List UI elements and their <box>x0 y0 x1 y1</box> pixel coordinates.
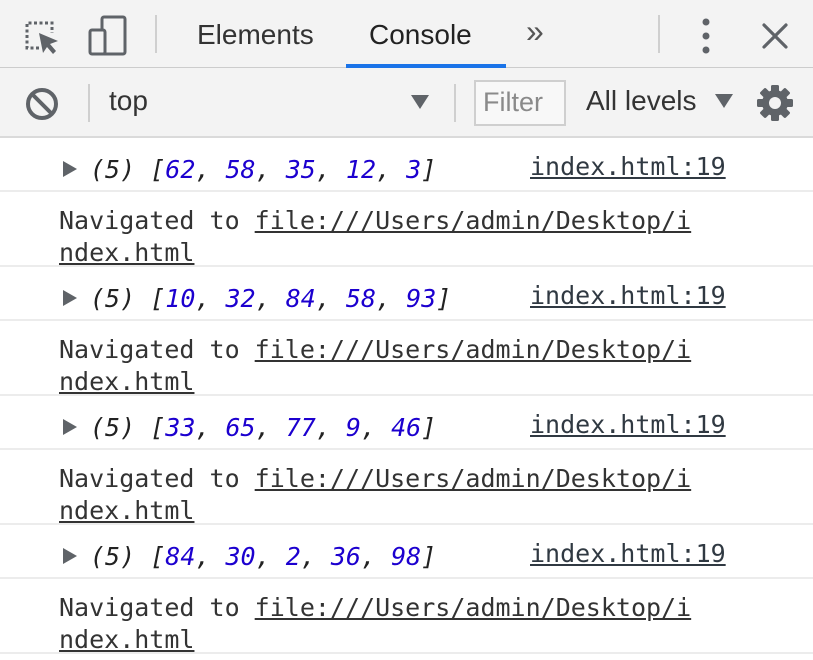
array-value: 84 <box>285 284 316 313</box>
clear-console-icon[interactable] <box>24 86 60 122</box>
source-link[interactable]: index.html:19 <box>530 410 726 439</box>
array-value: 33 <box>165 413 196 442</box>
navigation-url-link[interactable]: ndex.html <box>59 367 194 396</box>
array-preview[interactable]: (5) [10, 32, 84, 58, 93] <box>90 284 451 313</box>
kebab-menu-icon[interactable] <box>698 16 714 56</box>
chevron-down-icon <box>715 94 733 108</box>
console-log-message: (5) [84, 30, 2, 36, 98] index.html:19 <box>0 525 813 579</box>
expand-triangle-icon[interactable] <box>62 160 78 178</box>
array-value: 93 <box>406 284 437 313</box>
navigation-text: Navigated to file:///Users/admin/Desktop… <box>59 334 691 398</box>
console-messages: (5) [62, 58, 35, 12, 3] index.html:19 Navi… <box>0 138 813 660</box>
array-preview[interactable]: (5) [84, 30, 2, 36, 98] <box>90 542 436 571</box>
filter-field[interactable] <box>474 80 567 126</box>
navigation-text: Navigated to file:///Users/admin/Desktop… <box>59 463 691 527</box>
navigation-url-link[interactable]: file:///Users/admin/Desktop/i <box>255 335 692 364</box>
navigation-url-link[interactable]: ndex.html <box>59 625 194 654</box>
navigation-prefix: Navigated to <box>59 335 255 364</box>
source-link[interactable]: index.html:19 <box>530 539 726 568</box>
array-value: 58 <box>345 284 377 313</box>
console-log-message: (5) [33, 65, 77, 9, 46] index.html:19 <box>0 396 813 450</box>
log-levels-dropdown[interactable]: All levels <box>580 68 740 136</box>
gear-icon[interactable] <box>756 84 794 122</box>
context-label: top <box>109 85 148 116</box>
toolbar-divider <box>658 15 660 53</box>
array-value: 84 <box>165 542 196 571</box>
more-tabs-button[interactable]: » <box>526 0 544 63</box>
array-value: 77 <box>285 413 316 442</box>
array-length: (5) <box>90 155 136 184</box>
array-length: (5) <box>90 284 136 313</box>
array-value: 35 <box>285 155 316 184</box>
array-length: (5) <box>90 542 136 571</box>
console-navigation-message: Navigated to file:///Users/admin/Desktop… <box>0 321 813 396</box>
log-levels-label: All levels <box>586 85 697 116</box>
array-value: 58 <box>225 155 256 184</box>
array-value: 36 <box>330 542 361 571</box>
navigation-prefix: Navigated to <box>59 464 255 493</box>
tab-console[interactable]: Console <box>369 0 472 67</box>
navigation-text: Navigated to file:///Users/admin/Desktop… <box>59 592 691 656</box>
navigation-url-link[interactable]: ndex.html <box>59 238 194 267</box>
toolbar-divider <box>88 84 90 122</box>
tab-elements[interactable]: Elements <box>197 0 314 67</box>
navigation-text: Navigated to file:///Users/admin/Desktop… <box>59 205 691 269</box>
navigation-url-link[interactable]: file:///Users/admin/Desktop/i <box>255 464 692 493</box>
array-value: 2 <box>285 542 301 571</box>
console-navigation-message: Navigated to file:///Users/admin/Desktop… <box>0 450 813 525</box>
array-preview[interactable]: (5) [62, 58, 35, 12, 3] <box>90 155 436 184</box>
navigation-url-link[interactable]: file:///Users/admin/Desktop/i <box>255 206 692 235</box>
array-value: 98 <box>391 542 422 571</box>
navigation-prefix: Navigated to <box>59 593 255 622</box>
filter-input[interactable] <box>476 82 567 122</box>
expand-triangle-icon[interactable] <box>62 289 78 307</box>
chevron-down-icon <box>411 95 429 109</box>
console-log-message: (5) [10, 32, 84, 58, 93] index.html:19 <box>0 267 813 321</box>
source-link[interactable]: index.html:19 <box>530 152 726 181</box>
console-log-message: (5) [62, 58, 35, 12, 3] index.html:19 <box>0 138 813 192</box>
array-value: 30 <box>225 542 256 571</box>
console-navigation-message: Navigated to file:///Users/admin/Desktop… <box>0 192 813 267</box>
toolbar-divider <box>454 84 456 122</box>
console-navigation-message: Navigated to file:///Users/admin/Desktop… <box>0 579 813 654</box>
navigation-prefix: Navigated to <box>59 206 255 235</box>
close-icon[interactable] <box>760 21 790 51</box>
array-value: 62 <box>165 155 196 184</box>
navigation-url-link[interactable]: ndex.html <box>59 496 194 525</box>
array-value: 32 <box>225 284 256 313</box>
console-toolbar: top All levels <box>0 68 813 138</box>
device-toolbar-icon[interactable] <box>86 14 130 58</box>
array-value: 3 <box>406 155 422 184</box>
expand-triangle-icon[interactable] <box>62 418 78 436</box>
array-value: 9 <box>345 413 361 442</box>
navigation-url-link[interactable]: file:///Users/admin/Desktop/i <box>255 593 692 622</box>
expand-triangle-icon[interactable] <box>62 547 78 565</box>
array-value: 10 <box>165 284 196 313</box>
array-value: 12 <box>345 155 377 184</box>
source-link[interactable]: index.html:19 <box>530 281 726 310</box>
array-value: 46 <box>391 413 422 442</box>
array-length: (5) <box>90 413 136 442</box>
devtools-tab-bar: Elements Console » <box>0 0 813 68</box>
array-value: 65 <box>225 413 256 442</box>
inspect-element-icon[interactable] <box>22 18 62 56</box>
context-selector[interactable]: top <box>100 68 440 136</box>
toolbar-divider <box>155 15 157 53</box>
array-preview[interactable]: (5) [33, 65, 77, 9, 46] <box>90 413 436 442</box>
